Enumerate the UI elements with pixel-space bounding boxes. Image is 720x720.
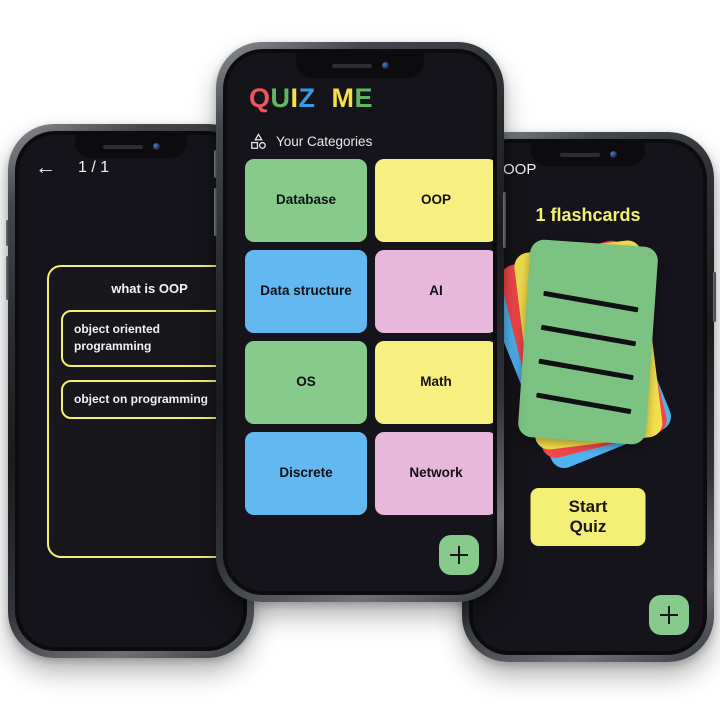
logo-letter-0: Q [249,83,271,113]
speaker-grille-icon [331,63,372,68]
phone-left-volume-down[interactable] [6,256,9,300]
phone-left-bezel: ← 1 / 1 what is OOP object oriented prog… [15,131,247,651]
plus-icon [450,546,468,564]
back-arrow-icon[interactable]: ← [35,157,56,178]
phone-center-notch [296,53,424,78]
speaker-grille-icon [559,152,600,157]
phone-right-screen: OOP 1 flashcards Start Quiz [473,143,703,651]
phone-center-power-button[interactable] [503,192,506,248]
category-tile-database[interactable]: Database [245,159,367,242]
screenshot-stage: ← 1 / 1 what is OOP object oriented prog… [0,0,720,720]
phone-left-notch [75,135,187,158]
front-camera-icon [381,62,389,69]
flashcard-count-label: 1 flashcards [535,205,641,225]
phone-right-power-button[interactable] [713,272,716,322]
plus-icon [660,606,678,624]
question-card: what is OOP object oriented programming … [47,265,243,558]
logo-letter-3: Z [298,83,316,113]
category-title: OOP [503,161,537,178]
phone-left-screen: ← 1 / 1 what is OOP object oriented prog… [19,135,243,647]
logo-letter-5: M [331,83,355,113]
question-text: what is OOP [111,281,188,296]
add-flashcard-button[interactable] [649,595,689,635]
front-camera-icon [609,151,617,158]
logo-letter-4 [316,83,332,114]
speaker-grille-icon [102,144,143,149]
phone-center-volume-down[interactable] [214,188,217,236]
category-tile-network[interactable]: Network [375,432,493,515]
answer-option[interactable]: object on programming [61,379,238,420]
phone-center-bezel: QUIZ ME Your Categories Database OOP Data … [223,49,497,595]
logo-letter-2: I [290,83,299,113]
category-tile-ai[interactable]: AI [375,250,493,333]
front-camera-icon [152,143,160,150]
category-tile-os[interactable]: OS [245,341,367,424]
logo-letter-1: U [270,83,291,113]
categories-header: Your Categories [250,133,372,150]
flashcard-deck[interactable] [473,233,703,483]
category-grid: Database OOP Data structure AI OS Math Discret… [245,159,493,515]
answer-option[interactable]: object oriented programming [61,310,238,367]
deck-card-front-green[interactable] [517,238,659,446]
shapes-icon [251,133,266,149]
category-tile-data-structure[interactable]: Data structure [245,250,367,333]
question-counter: 1 / 1 [78,158,110,176]
phone-right-notch [531,143,645,166]
start-quiz-button[interactable]: Start Quiz [530,488,646,546]
add-category-button[interactable] [439,535,479,575]
phone-center-screen: QUIZ ME Your Categories Database OOP Data … [227,53,493,591]
app-logo: QUIZ ME [249,83,373,114]
phone-left-volume-up[interactable] [6,220,9,246]
category-tile-math[interactable]: Math [375,341,493,424]
logo-letter-6: E [354,83,374,113]
deck-card-text-lines [517,239,659,445]
category-tile-discrete[interactable]: Discrete [245,432,367,515]
category-tile-oop[interactable]: OOP [375,159,493,242]
phone-center-volume-up[interactable] [214,150,217,178]
quiz-topbar: ← 1 / 1 [35,157,109,178]
categories-header-label: Your Categories [276,134,373,149]
phone-center-categories: QUIZ ME Your Categories Database OOP Data … [214,42,506,602]
